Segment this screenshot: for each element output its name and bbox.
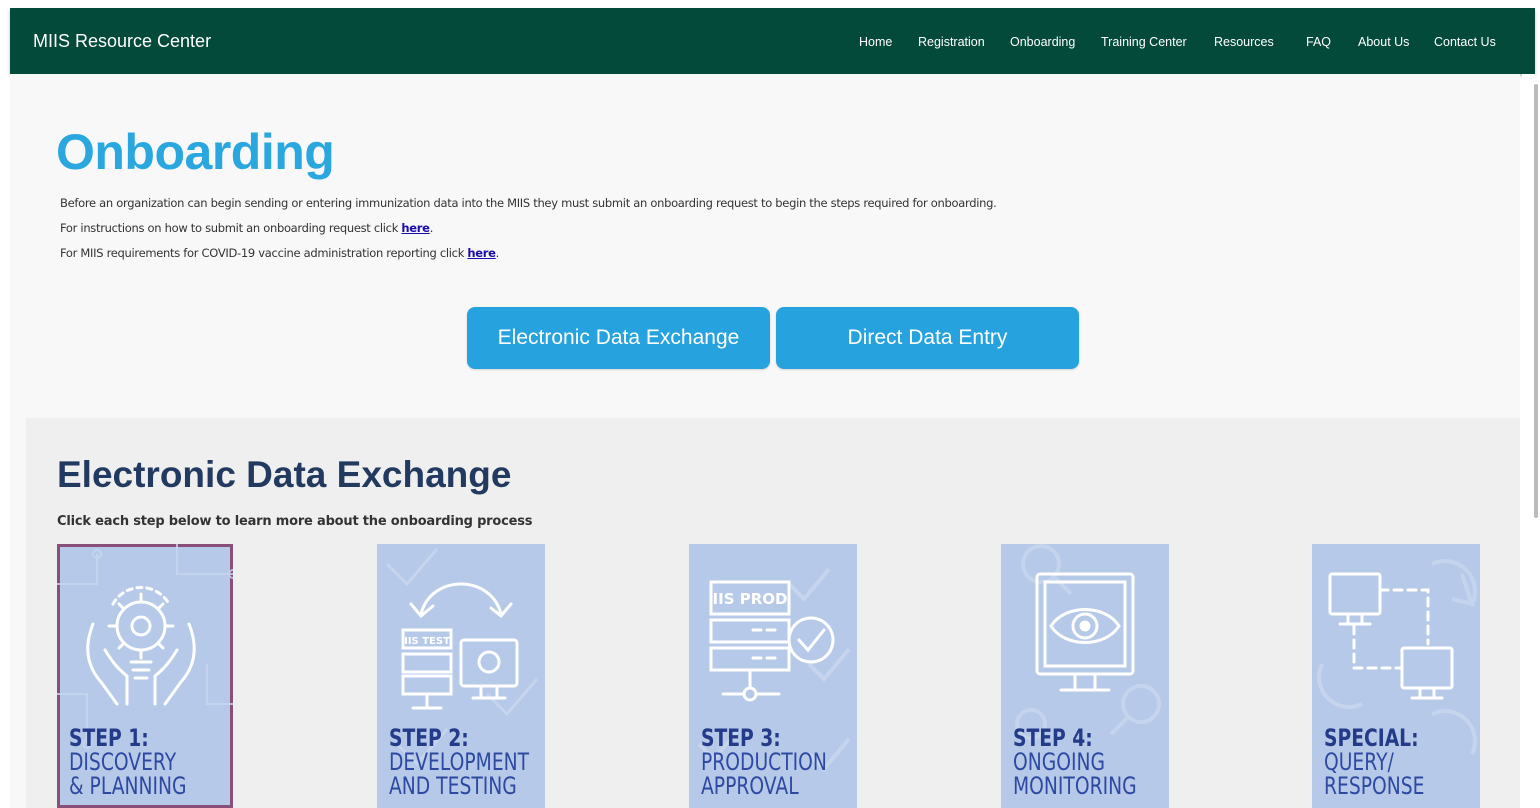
step-3-title-line2: APPROVAL xyxy=(701,772,799,800)
direct-data-entry-button[interactable]: Direct Data Entry xyxy=(776,307,1079,369)
step-4-title-line1: ONGOING xyxy=(1013,748,1106,776)
top-navbar: MIIS Resource Center Home Registration O… xyxy=(10,8,1535,74)
nav-contact-us[interactable]: Contact Us xyxy=(1434,35,1496,49)
nav-registration[interactable]: Registration xyxy=(918,35,985,49)
instructions-text: For instructions on how to submit an onb… xyxy=(60,221,402,235)
step-2-card[interactable]: IIS TEST STEP 2: DEVELOPMENT AND TESTING xyxy=(377,544,545,808)
step-2-label: STEP 2: DEVELOPMENT AND TESTING xyxy=(389,726,529,798)
two-monitors-icon xyxy=(1328,572,1454,700)
step-4-title-line2: MONITORING xyxy=(1013,772,1137,800)
nav-onboarding[interactable]: Onboarding xyxy=(1010,35,1075,49)
nav-about-us[interactable]: About Us xyxy=(1358,35,1409,49)
step-3-label: STEP 3: PRODUCTION APPROVAL xyxy=(701,726,827,798)
site-brand[interactable]: MIIS Resource Center xyxy=(33,31,211,52)
special-title-line1: QUERY/ xyxy=(1324,748,1394,776)
covid-line: For MIIS requirements for COVID-19 vacci… xyxy=(60,246,499,260)
electronic-data-exchange-button[interactable]: Electronic Data Exchange xyxy=(467,307,770,369)
step-4-number: STEP 4: xyxy=(1013,724,1093,752)
special-title-line2: RESPONSE xyxy=(1324,772,1425,800)
nav-training-center[interactable]: Training Center xyxy=(1101,35,1187,49)
instructions-line: For instructions on how to submit an onb… xyxy=(60,221,433,235)
step-1-title-line1: DISCOVERY xyxy=(69,748,177,776)
step-4-label: STEP 4: ONGOING MONITORING xyxy=(1013,726,1137,798)
nav-resources[interactable]: Resources xyxy=(1214,35,1274,49)
page-title: Onboarding xyxy=(56,124,335,180)
step-3-number: STEP 3: xyxy=(701,724,781,752)
step-2-title-line2: AND TESTING xyxy=(389,772,517,800)
section-subtitle: Click each step below to learn more abou… xyxy=(57,514,533,529)
step-3-title-line1: PRODUCTION xyxy=(701,748,827,776)
step-2-title-line1: DEVELOPMENT xyxy=(389,748,530,776)
section-title: Electronic Data Exchange xyxy=(57,454,512,495)
step-3-icon-text: IIS PROD xyxy=(713,590,788,608)
covid-text: For MIIS requirements for COVID-19 vacci… xyxy=(60,246,468,260)
special-number: SPECIAL: xyxy=(1324,724,1419,752)
step-1-number: STEP 1: xyxy=(69,724,149,752)
special-card[interactable]: SPECIAL: QUERY/ RESPONSE xyxy=(1312,544,1480,808)
step-2-icon-text: IIS TEST xyxy=(404,636,450,647)
step-2-number: STEP 2: xyxy=(389,724,469,752)
intro-text: Before an organization can begin sending… xyxy=(60,196,997,210)
monitor-eye-icon xyxy=(1035,572,1135,692)
nav-faq[interactable]: FAQ xyxy=(1306,35,1331,49)
prod-server-check-icon: IIS PROD xyxy=(709,580,835,702)
scrollbar-thumb[interactable] xyxy=(1534,84,1538,518)
step-1-title-line2: & PLANNING xyxy=(69,772,187,800)
step-4-card[interactable]: STEP 4: ONGOING MONITORING xyxy=(1001,544,1169,808)
step-1-card[interactable]: STEP 1: DISCOVERY & PLANNING xyxy=(57,544,233,808)
step-1-label: STEP 1: DISCOVERY & PLANNING xyxy=(69,726,187,798)
special-label: SPECIAL: QUERY/ RESPONSE xyxy=(1324,726,1424,798)
period: . xyxy=(495,246,500,260)
covid-here-link[interactable]: here xyxy=(467,246,496,260)
period: . xyxy=(429,221,434,235)
test-server-icon: IIS TEST xyxy=(401,582,519,710)
instructions-here-link[interactable]: here xyxy=(401,221,430,235)
step-3-card[interactable]: IIS PROD STEP 3: PRODUCTION APPROVAL xyxy=(689,544,857,808)
lightbulb-hands-icon xyxy=(86,586,196,706)
nav-home[interactable]: Home xyxy=(859,35,892,49)
